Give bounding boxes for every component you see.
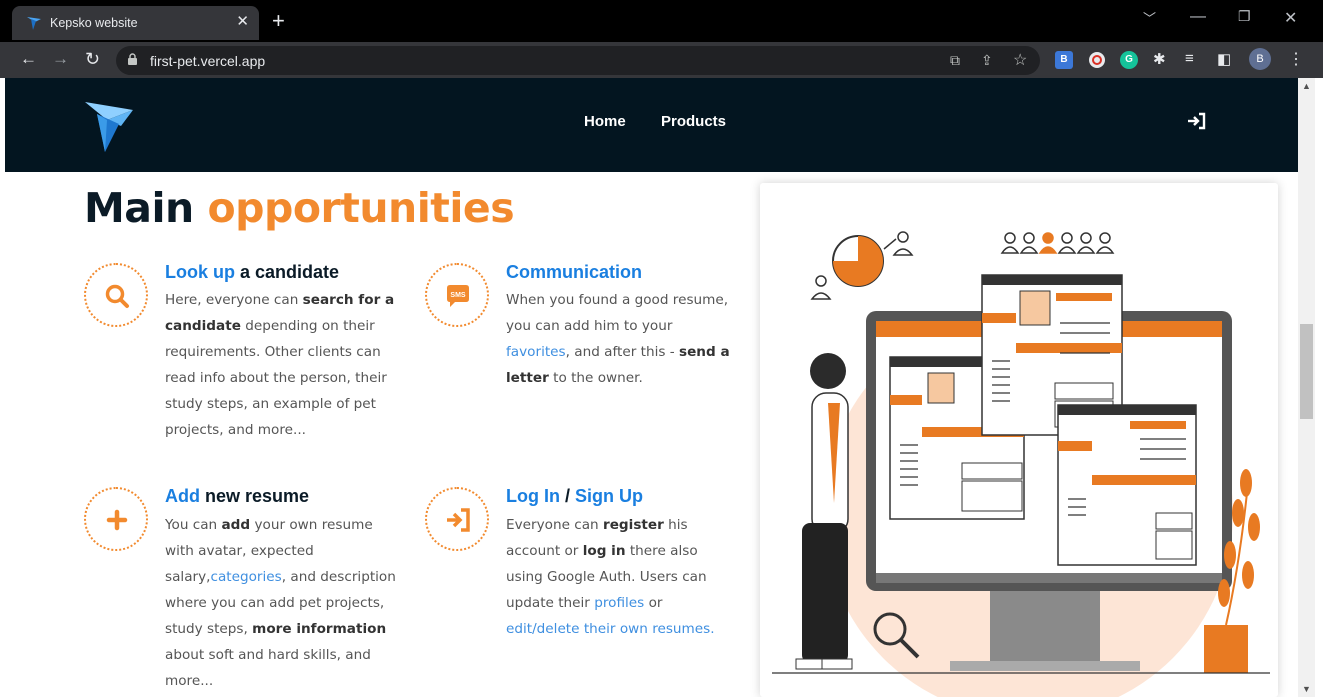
feature-text: , and after this -	[565, 344, 679, 360]
side-panel-icon[interactable]: ◧	[1217, 50, 1231, 68]
feature-bold-text: more information	[252, 621, 387, 637]
scroll-thumb[interactable]	[1300, 324, 1313, 419]
kepsko-logo-icon[interactable]	[83, 98, 135, 154]
vpn-extension-icon[interactable]	[1088, 51, 1106, 69]
feature-title-add-rest: new resume	[200, 486, 310, 506]
feature-title-lookup: Look up a candidate	[165, 262, 339, 283]
sms-bubble-icon: SMS	[447, 285, 469, 307]
browser-tab-bar: Kepsko website ✕ + ﹀ — ❐ ✕	[0, 0, 1323, 42]
site-header: Home Products	[5, 78, 1298, 172]
reading-list-icon[interactable]: ≡	[1185, 50, 1194, 67]
feature-text: You can	[165, 517, 222, 533]
feature-link[interactable]: profiles	[594, 595, 644, 611]
browser-tab[interactable]: Kepsko website ✕	[12, 6, 259, 40]
feature-title-login: Log In / Sign Up	[506, 486, 643, 507]
feature-bold-text: register	[603, 517, 664, 533]
feature-bold-text: log in	[582, 543, 626, 559]
feature-text: depending on their requirements. Other c…	[165, 318, 387, 438]
feature-title-lookup-rest: a candidate	[235, 262, 340, 282]
sms-feature-icon: SMS	[425, 263, 489, 327]
scroll-down-arrow-icon[interactable]: ▼	[1302, 684, 1311, 694]
close-window-icon[interactable]: ✕	[1284, 8, 1297, 28]
page-scrollbar[interactable]: ▲ ▼	[1298, 78, 1315, 697]
feature-text: When you found a good resume, you can ad…	[506, 292, 729, 334]
feature-link[interactable]: categories	[210, 569, 281, 585]
feature-title-communication-accent: Communication	[506, 262, 643, 282]
feature-link[interactable]: edit/delete their own resumes.	[506, 621, 715, 637]
feature-title-add-accent: Add	[165, 486, 200, 506]
translate-icon[interactable]: ⧉	[950, 52, 960, 69]
plus-icon	[106, 509, 128, 531]
feature-body-lookup: Here, everyone can search for a candidat…	[165, 287, 397, 443]
minimize-icon[interactable]: —	[1190, 8, 1206, 26]
forward-icon[interactable]: →	[52, 49, 69, 69]
search-feature-icon	[84, 263, 148, 327]
feature-text: to the owner.	[548, 370, 643, 386]
restore-icon[interactable]: ❐	[1238, 8, 1251, 25]
url-text: first-pet.vercel.app	[150, 53, 266, 69]
feature-text: Here, everyone can	[165, 292, 303, 308]
scroll-up-arrow-icon[interactable]: ▲	[1302, 81, 1311, 91]
bookmark-star-icon[interactable]: ☆	[1013, 50, 1027, 70]
page-title: Main opportunities	[84, 184, 515, 232]
feature-text: or	[644, 595, 663, 611]
search-icon	[105, 284, 129, 308]
feature-bold-text: add	[221, 517, 251, 533]
feature-body-communication: When you found a good resume, you can ad…	[506, 287, 738, 391]
feature-title-login-accent2: Sign Up	[575, 486, 643, 506]
sms-icon-label: SMS	[450, 292, 466, 299]
feature-title-login-sep: /	[559, 486, 575, 506]
nav-home-link[interactable]: Home	[584, 113, 626, 130]
feature-body-login: Everyone can register his account or log…	[506, 512, 738, 642]
browser-toolbar: ← → ↻ first-pet.vercel.app ⧉ ⇪ ☆ B G ✱ ≡…	[0, 42, 1323, 78]
login-feature-icon	[425, 487, 489, 551]
feature-title-add: Add new resume	[165, 486, 309, 507]
nav-products-link[interactable]: Products	[661, 113, 726, 130]
back-icon[interactable]: ←	[20, 49, 37, 69]
add-feature-icon	[84, 487, 148, 551]
new-tab-icon[interactable]: +	[272, 9, 285, 33]
feature-title-lookup-accent: Look up	[165, 262, 235, 282]
tab-close-icon[interactable]: ✕	[236, 13, 249, 31]
grammarly-icon[interactable]: G	[1120, 51, 1138, 69]
sign-in-icon	[447, 508, 470, 532]
reload-icon[interactable]: ↻	[85, 49, 100, 69]
feature-link[interactable]: favorites	[506, 344, 566, 360]
login-icon[interactable]	[1187, 112, 1207, 130]
b-extension-icon[interactable]: B	[1055, 51, 1073, 69]
feature-text: about soft and hard skills, and more...	[165, 647, 371, 689]
share-icon[interactable]: ⇪	[981, 52, 993, 69]
extensions-puzzle-icon[interactable]: ✱	[1153, 50, 1166, 68]
resume-review-illustration	[772, 231, 1270, 697]
tab-search-icon[interactable]: ﹀	[1143, 8, 1156, 27]
title-part-accent: opportunities	[207, 184, 515, 232]
illustration-card	[760, 183, 1278, 697]
feature-title-communication: Communication	[506, 262, 642, 283]
title-part-main: Main	[84, 184, 194, 232]
feature-body-add: You can add your own resume with avatar,…	[165, 512, 397, 694]
browser-menu-icon[interactable]: ⋮	[1288, 49, 1304, 69]
feature-title-login-accent: Log In	[506, 486, 560, 506]
favicon-icon	[27, 17, 41, 30]
profile-avatar[interactable]: B	[1249, 48, 1271, 70]
lock-icon	[128, 53, 137, 65]
address-bar[interactable]: first-pet.vercel.app ⧉ ⇪ ☆	[116, 46, 1040, 75]
feature-text: Everyone can	[506, 517, 603, 533]
tab-title: Kepsko website	[50, 16, 138, 30]
